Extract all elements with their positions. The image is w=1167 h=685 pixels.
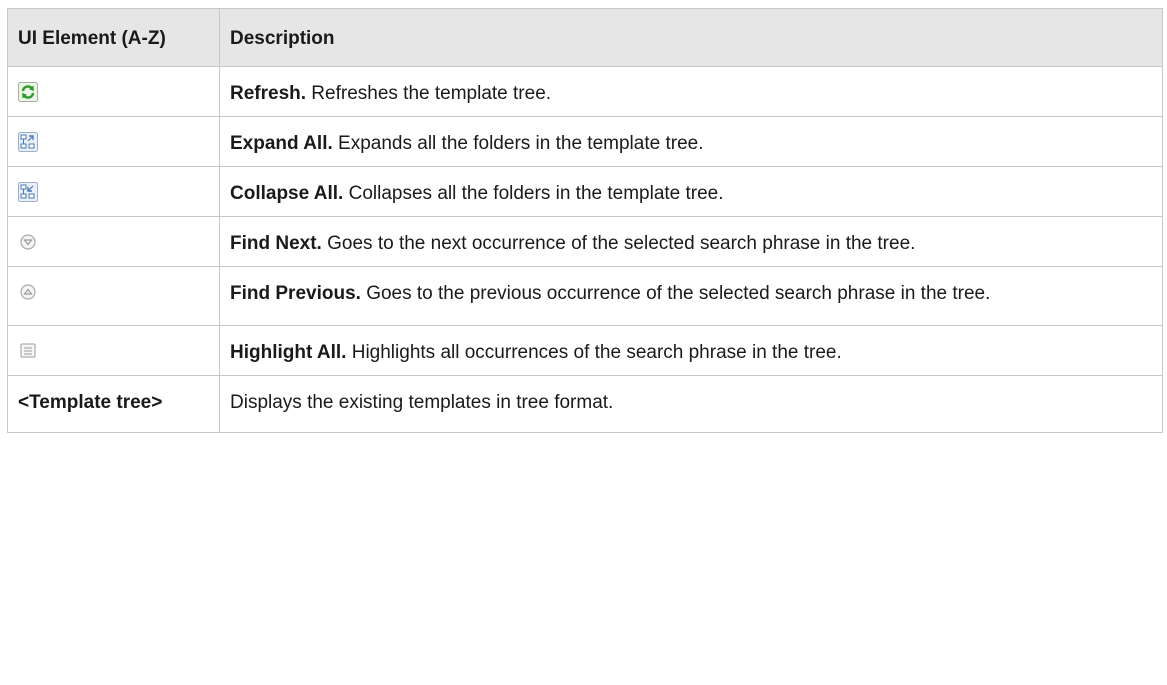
description-cell: Find Next. Goes to the next occurrence o… bbox=[219, 216, 1163, 267]
table-row: Find Previous. Goes to the previous occu… bbox=[7, 266, 1163, 326]
description-text: Refreshes the template tree. bbox=[306, 83, 552, 104]
description-text: Displays the existing templates in tree … bbox=[230, 392, 614, 413]
icon-cell bbox=[7, 166, 220, 217]
term-label: Find Next. bbox=[230, 233, 322, 254]
term-label: Collapse All. bbox=[230, 183, 344, 204]
find-previous-icon bbox=[18, 282, 211, 302]
table-row: Highlight All. Highlights all occurrence… bbox=[7, 325, 1163, 376]
description-text: Goes to the next occurrence of the selec… bbox=[321, 233, 916, 254]
icon-cell bbox=[7, 266, 220, 326]
column-header-description: Description bbox=[219, 8, 1163, 67]
icon-cell bbox=[7, 116, 220, 167]
term-label: Find Previous. bbox=[230, 283, 361, 304]
icon-cell bbox=[7, 66, 220, 117]
template-tree-label: <Template tree> bbox=[18, 392, 163, 413]
description-cell: Find Previous. Goes to the previous occu… bbox=[219, 266, 1163, 326]
table-header-row: UI Element (A-Z) Description bbox=[7, 8, 1163, 67]
column-header-ui-element: UI Element (A-Z) bbox=[7, 8, 220, 67]
description-cell: Refresh. Refreshes the template tree. bbox=[219, 66, 1163, 117]
description-cell: Expand All. Expands all the folders in t… bbox=[219, 116, 1163, 167]
description-text: Expands all the folders in the template … bbox=[332, 133, 704, 154]
collapse-all-icon bbox=[18, 182, 211, 202]
table-row: Find Next. Goes to the next occurrence o… bbox=[7, 216, 1163, 267]
description-text: Highlights all occurrences of the search… bbox=[346, 342, 842, 363]
table-row: Refresh. Refreshes the template tree. bbox=[7, 66, 1163, 117]
term-label: Highlight All. bbox=[230, 342, 347, 363]
element-name-cell: <Template tree> bbox=[7, 375, 220, 433]
description-cell: Collapse All. Collapses all the folders … bbox=[219, 166, 1163, 217]
table-row: Collapse All. Collapses all the folders … bbox=[7, 166, 1163, 217]
term-label: Expand All. bbox=[230, 133, 333, 154]
description-cell: Highlight All. Highlights all occurrence… bbox=[219, 325, 1163, 376]
table-row: Expand All. Expands all the folders in t… bbox=[7, 116, 1163, 167]
find-next-icon bbox=[18, 232, 211, 252]
expand-all-icon bbox=[18, 132, 211, 152]
description-text: Collapses all the folders in the templat… bbox=[343, 183, 724, 204]
ui-elements-table: UI Element (A-Z) Description Refresh. Re… bbox=[7, 8, 1163, 433]
highlight-all-icon bbox=[18, 341, 211, 361]
description-text: Goes to the previous occurrence of the s… bbox=[360, 283, 991, 304]
term-label: Refresh. bbox=[230, 83, 307, 104]
table-row: <Template tree> Displays the existing te… bbox=[7, 375, 1163, 433]
refresh-icon bbox=[18, 82, 211, 102]
icon-cell bbox=[7, 216, 220, 267]
icon-cell bbox=[7, 325, 220, 376]
description-cell: Displays the existing templates in tree … bbox=[219, 375, 1163, 433]
